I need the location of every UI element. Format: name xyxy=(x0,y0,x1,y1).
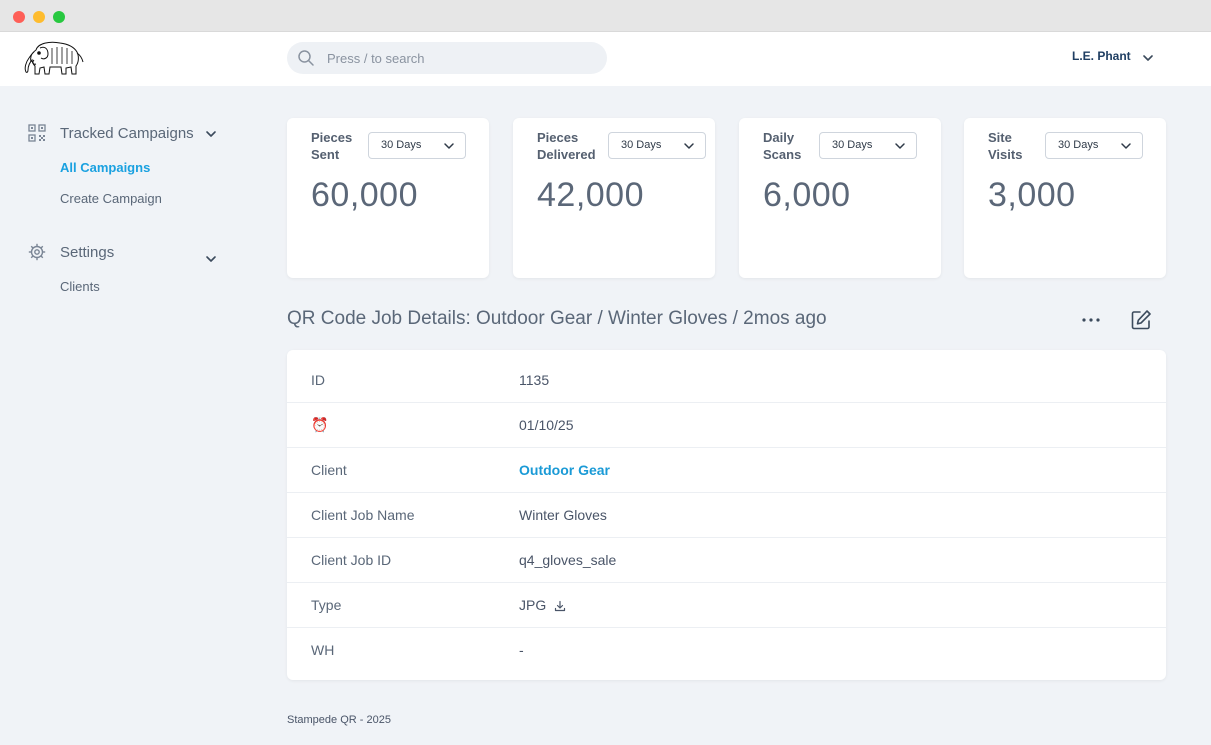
client-link[interactable]: Outdoor Gear xyxy=(519,462,610,478)
chevron-down-icon xyxy=(444,143,454,149)
download-icon[interactable] xyxy=(554,600,566,612)
chevron-down-icon xyxy=(895,143,905,149)
type-value: JPG xyxy=(519,597,547,613)
top-bar: L.E. Phant xyxy=(0,32,1211,86)
qr-code-icon xyxy=(28,124,46,142)
period-select-value: 30 Days xyxy=(621,139,662,151)
sidebar-item-create-campaign[interactable]: Create Campaign xyxy=(60,191,162,206)
gear-icon xyxy=(28,243,46,261)
period-select-value: 30 Days xyxy=(832,139,873,151)
sidebar-item-clients[interactable]: Clients xyxy=(60,279,100,294)
stat-label: Pieces Sent xyxy=(311,130,353,162)
stat-value: 6,000 xyxy=(763,176,851,214)
minimize-window-button[interactable] xyxy=(33,11,45,23)
elephant-logo-icon[interactable] xyxy=(22,38,86,78)
window-titlebar xyxy=(0,0,1211,32)
row-value: Winter Gloves xyxy=(519,507,607,523)
period-select[interactable]: 30 Days xyxy=(608,132,706,159)
stat-card-pieces-delivered: Pieces Delivered 30 Days 42,000 xyxy=(513,118,715,278)
stat-value: 60,000 xyxy=(311,176,418,214)
row-value-type: JPG xyxy=(519,597,566,613)
sidebar-group-label: Tracked Campaigns xyxy=(60,124,194,142)
chevron-down-icon[interactable] xyxy=(204,127,218,141)
period-select[interactable]: 30 Days xyxy=(1045,132,1143,159)
row-label: Client Job ID xyxy=(311,552,392,568)
edit-icon[interactable] xyxy=(1130,309,1152,331)
row-value: 01/10/25 xyxy=(519,417,574,433)
more-options-icon[interactable] xyxy=(1080,310,1102,330)
job-details-title: QR Code Job Details: Outdoor Gear / Wint… xyxy=(287,308,827,329)
chevron-down-icon xyxy=(1121,143,1131,149)
row-value: - xyxy=(519,642,524,658)
table-row: ID 1135 xyxy=(287,358,1166,403)
table-row: Client Job Name Winter Gloves xyxy=(287,493,1166,538)
stat-label: Pieces Delivered xyxy=(537,130,596,162)
row-value: 1135 xyxy=(519,372,550,388)
row-label: Client xyxy=(311,462,347,478)
stat-value: 3,000 xyxy=(988,176,1076,214)
sidebar-group-label: Settings xyxy=(60,243,115,261)
stat-label: Site Visits xyxy=(988,130,1023,162)
sidebar-item-all-campaigns[interactable]: All Campaigns xyxy=(60,160,150,175)
row-label: Type xyxy=(311,597,342,613)
stat-value: 42,000 xyxy=(537,176,644,214)
table-row: WH - xyxy=(287,628,1166,673)
zoom-window-button[interactable] xyxy=(53,11,65,23)
stat-card-daily-scans: Daily Scans 30 Days 6,000 xyxy=(739,118,941,278)
search-bar[interactable] xyxy=(287,42,607,74)
period-select-value: 30 Days xyxy=(1058,139,1099,151)
table-row: Type JPG xyxy=(287,583,1166,628)
table-row: ⏰ 01/10/25 xyxy=(287,403,1166,448)
stat-card-pieces-sent: Pieces Sent 30 Days 60,000 xyxy=(287,118,489,278)
chevron-down-icon[interactable] xyxy=(1141,51,1155,65)
stat-label: Daily Scans xyxy=(763,130,802,162)
row-label: WH xyxy=(311,642,335,658)
close-window-button[interactable] xyxy=(13,11,25,23)
stat-card-site-visits: Site Visits 30 Days 3,000 xyxy=(964,118,1166,278)
period-select[interactable]: 30 Days xyxy=(368,132,466,159)
period-select[interactable]: 30 Days xyxy=(819,132,917,159)
row-label: Client Job Name xyxy=(311,507,415,523)
search-icon xyxy=(298,50,314,66)
job-details-table: ID 1135 ⏰ 01/10/25 Client Outdoor Gear C… xyxy=(287,350,1166,680)
chevron-down-icon[interactable] xyxy=(204,252,218,266)
table-row: Client Job ID q4_gloves_sale xyxy=(287,538,1166,583)
sidebar-group-settings[interactable]: Settings xyxy=(28,243,114,261)
sidebar-group-tracked-campaigns[interactable]: Tracked Campaigns xyxy=(28,124,194,142)
chevron-down-icon xyxy=(684,143,694,149)
period-select-value: 30 Days xyxy=(381,139,422,151)
search-input[interactable] xyxy=(327,42,597,74)
row-value: q4_gloves_sale xyxy=(519,552,617,568)
user-menu-name[interactable]: L.E. Phant xyxy=(1072,49,1131,63)
row-label: ID xyxy=(311,372,325,388)
alarm-clock-icon: ⏰ xyxy=(311,416,329,433)
footer-text: Stampede QR - 2025 xyxy=(287,714,391,726)
table-row: Client Outdoor Gear xyxy=(287,448,1166,493)
